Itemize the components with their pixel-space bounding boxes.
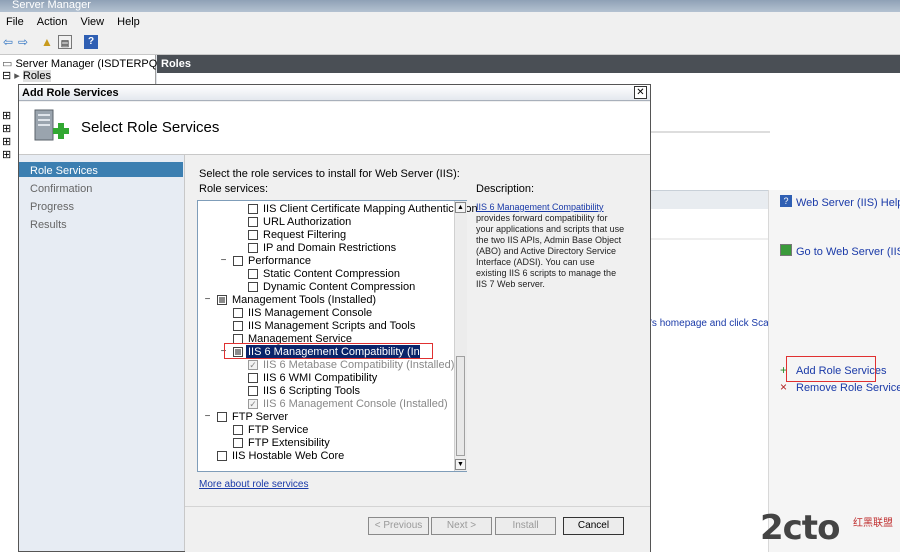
- nav-role-services[interactable]: Role Services: [30, 165, 98, 177]
- description-text: provides forward compatibility for your …: [476, 213, 625, 289]
- service-checkbox[interactable]: [233, 256, 243, 266]
- service-label[interactable]: FTP Extensibility: [248, 437, 330, 449]
- service-checkbox[interactable]: [248, 204, 258, 214]
- roles-icon: ▸: [14, 70, 20, 82]
- menu-bar: File Action View Help: [0, 12, 900, 33]
- service-label[interactable]: FTP Service: [248, 424, 308, 436]
- annotation-highlight: [786, 356, 876, 382]
- cancel-button[interactable]: Cancel: [563, 517, 624, 535]
- service-label[interactable]: Management Tools (Installed): [232, 294, 376, 306]
- instruction-text: Select the role services to install for …: [199, 168, 460, 180]
- service-checkbox[interactable]: [233, 425, 243, 435]
- service-checkbox[interactable]: [217, 451, 227, 461]
- service-label[interactable]: IIS Hostable Web Core: [232, 450, 344, 462]
- description-panel: IIS 6 Management Compatibility provides …: [476, 202, 626, 290]
- window-title: Server Manager: [0, 0, 900, 12]
- service-checkbox[interactable]: [233, 308, 243, 318]
- tree-item-server-manager[interactable]: ▭ Server Manager (ISDTERPQA): [2, 58, 168, 70]
- collapse-icon[interactable]: −: [203, 412, 212, 422]
- web-server-help-link[interactable]: Web Server (IIS) Help: [796, 197, 900, 209]
- previous-button[interactable]: < Previous: [368, 517, 429, 535]
- service-checkbox[interactable]: [248, 373, 258, 383]
- service-label[interactable]: IIS Management Console: [248, 307, 372, 319]
- go-to-web-server-link[interactable]: Go to Web Server (IIS): [796, 246, 900, 258]
- tree-expander[interactable]: ⊞: [2, 149, 11, 161]
- help-book-icon: ?: [780, 195, 792, 207]
- dialog-header-title: Select Role Services: [81, 119, 220, 136]
- install-button[interactable]: Install: [495, 517, 556, 535]
- remove-role-services-link[interactable]: Remove Role Services: [796, 382, 900, 394]
- service-checkbox[interactable]: [233, 438, 243, 448]
- service-checkbox[interactable]: [217, 412, 227, 422]
- service-label[interactable]: IP and Domain Restrictions: [263, 242, 396, 254]
- scan-text: 's homepage and click Scan: [650, 318, 775, 329]
- annotation-highlight: [224, 343, 433, 359]
- goto-icon: [780, 244, 792, 256]
- remove-icon: ×: [780, 380, 788, 394]
- divider: [650, 131, 770, 133]
- service-checkbox: ✓: [248, 399, 258, 409]
- dialog-title: Add Role Services: [19, 85, 650, 101]
- collapse-icon[interactable]: −: [219, 256, 228, 266]
- close-icon[interactable]: ✕: [634, 86, 647, 99]
- menu-action[interactable]: Action: [33, 12, 72, 32]
- tree-item-roles[interactable]: ⊟ ▸ Roles: [2, 70, 51, 82]
- service-label[interactable]: IIS 6 Scripting Tools: [263, 385, 360, 397]
- up-folder-icon[interactable]: ▲: [40, 35, 54, 49]
- service-label[interactable]: IIS Client Certificate Mapping Authentic…: [263, 203, 478, 215]
- service-checkbox[interactable]: [248, 282, 258, 292]
- service-label[interactable]: IIS 6 WMI Compatibility: [263, 372, 377, 384]
- service-checkbox[interactable]: [248, 269, 258, 279]
- wizard-nav: [19, 155, 185, 551]
- next-button[interactable]: Next >: [431, 517, 492, 535]
- service-checkbox[interactable]: [233, 321, 243, 331]
- watermark-logo: 2cto: [760, 508, 840, 548]
- role-services-label: Role services:: [199, 183, 269, 195]
- expand-icon[interactable]: ⊟: [2, 70, 11, 82]
- help-icon[interactable]: ?: [84, 35, 98, 49]
- forward-icon[interactable]: ⇨: [16, 35, 30, 49]
- service-checkbox[interactable]: [248, 243, 258, 253]
- server-icon: ▭: [2, 58, 13, 70]
- service-label[interactable]: IIS Management Scripts and Tools: [248, 320, 415, 332]
- show-hide-tree-icon[interactable]: ▤: [58, 35, 72, 49]
- menu-help[interactable]: Help: [113, 12, 144, 32]
- scroll-up-button[interactable]: ▲: [455, 202, 466, 213]
- nav-progress[interactable]: Progress: [30, 201, 74, 213]
- service-checkbox[interactable]: [217, 295, 227, 305]
- toolbar: ⇦ ⇨ ▲ ▤ ?: [0, 32, 900, 55]
- service-label[interactable]: IIS 6 Metabase Compatibility (Installed): [263, 359, 454, 371]
- watermark-subtext: 红黑联盟: [853, 518, 893, 529]
- roles-header: Roles: [157, 55, 900, 73]
- service-label[interactable]: FTP Server: [232, 411, 288, 423]
- service-checkbox[interactable]: [248, 230, 258, 240]
- description-link[interactable]: IIS 6 Management Compatibility: [476, 202, 604, 212]
- nav-results[interactable]: Results: [30, 219, 67, 231]
- service-label[interactable]: Request Filtering: [263, 229, 346, 241]
- collapse-icon[interactable]: −: [203, 295, 212, 305]
- service-checkbox[interactable]: [248, 386, 258, 396]
- tree-expander[interactable]: ⊞: [2, 123, 11, 135]
- service-label[interactable]: Dynamic Content Compression: [263, 281, 415, 293]
- scroll-thumb[interactable]: [456, 356, 465, 456]
- scroll-down-button[interactable]: ▼: [455, 459, 466, 470]
- menu-view[interactable]: View: [76, 12, 108, 32]
- service-checkbox[interactable]: [248, 217, 258, 227]
- server-add-icon: [34, 109, 69, 141]
- service-label[interactable]: Static Content Compression: [263, 268, 400, 280]
- service-label[interactable]: Performance: [248, 255, 311, 267]
- more-about-role-services-link[interactable]: More about role services: [199, 479, 309, 490]
- description-label: Description:: [476, 183, 535, 195]
- menu-file[interactable]: File: [2, 12, 28, 32]
- back-icon[interactable]: ⇦: [1, 35, 15, 49]
- service-label[interactable]: URL Authorization: [263, 216, 351, 228]
- service-label[interactable]: IIS 6 Management Console (Installed): [263, 398, 448, 410]
- nav-confirmation[interactable]: Confirmation: [30, 183, 92, 195]
- service-checkbox: ✓: [248, 360, 258, 370]
- tree-expander[interactable]: ⊞: [2, 110, 11, 122]
- tree-expander[interactable]: ⊞: [2, 136, 11, 148]
